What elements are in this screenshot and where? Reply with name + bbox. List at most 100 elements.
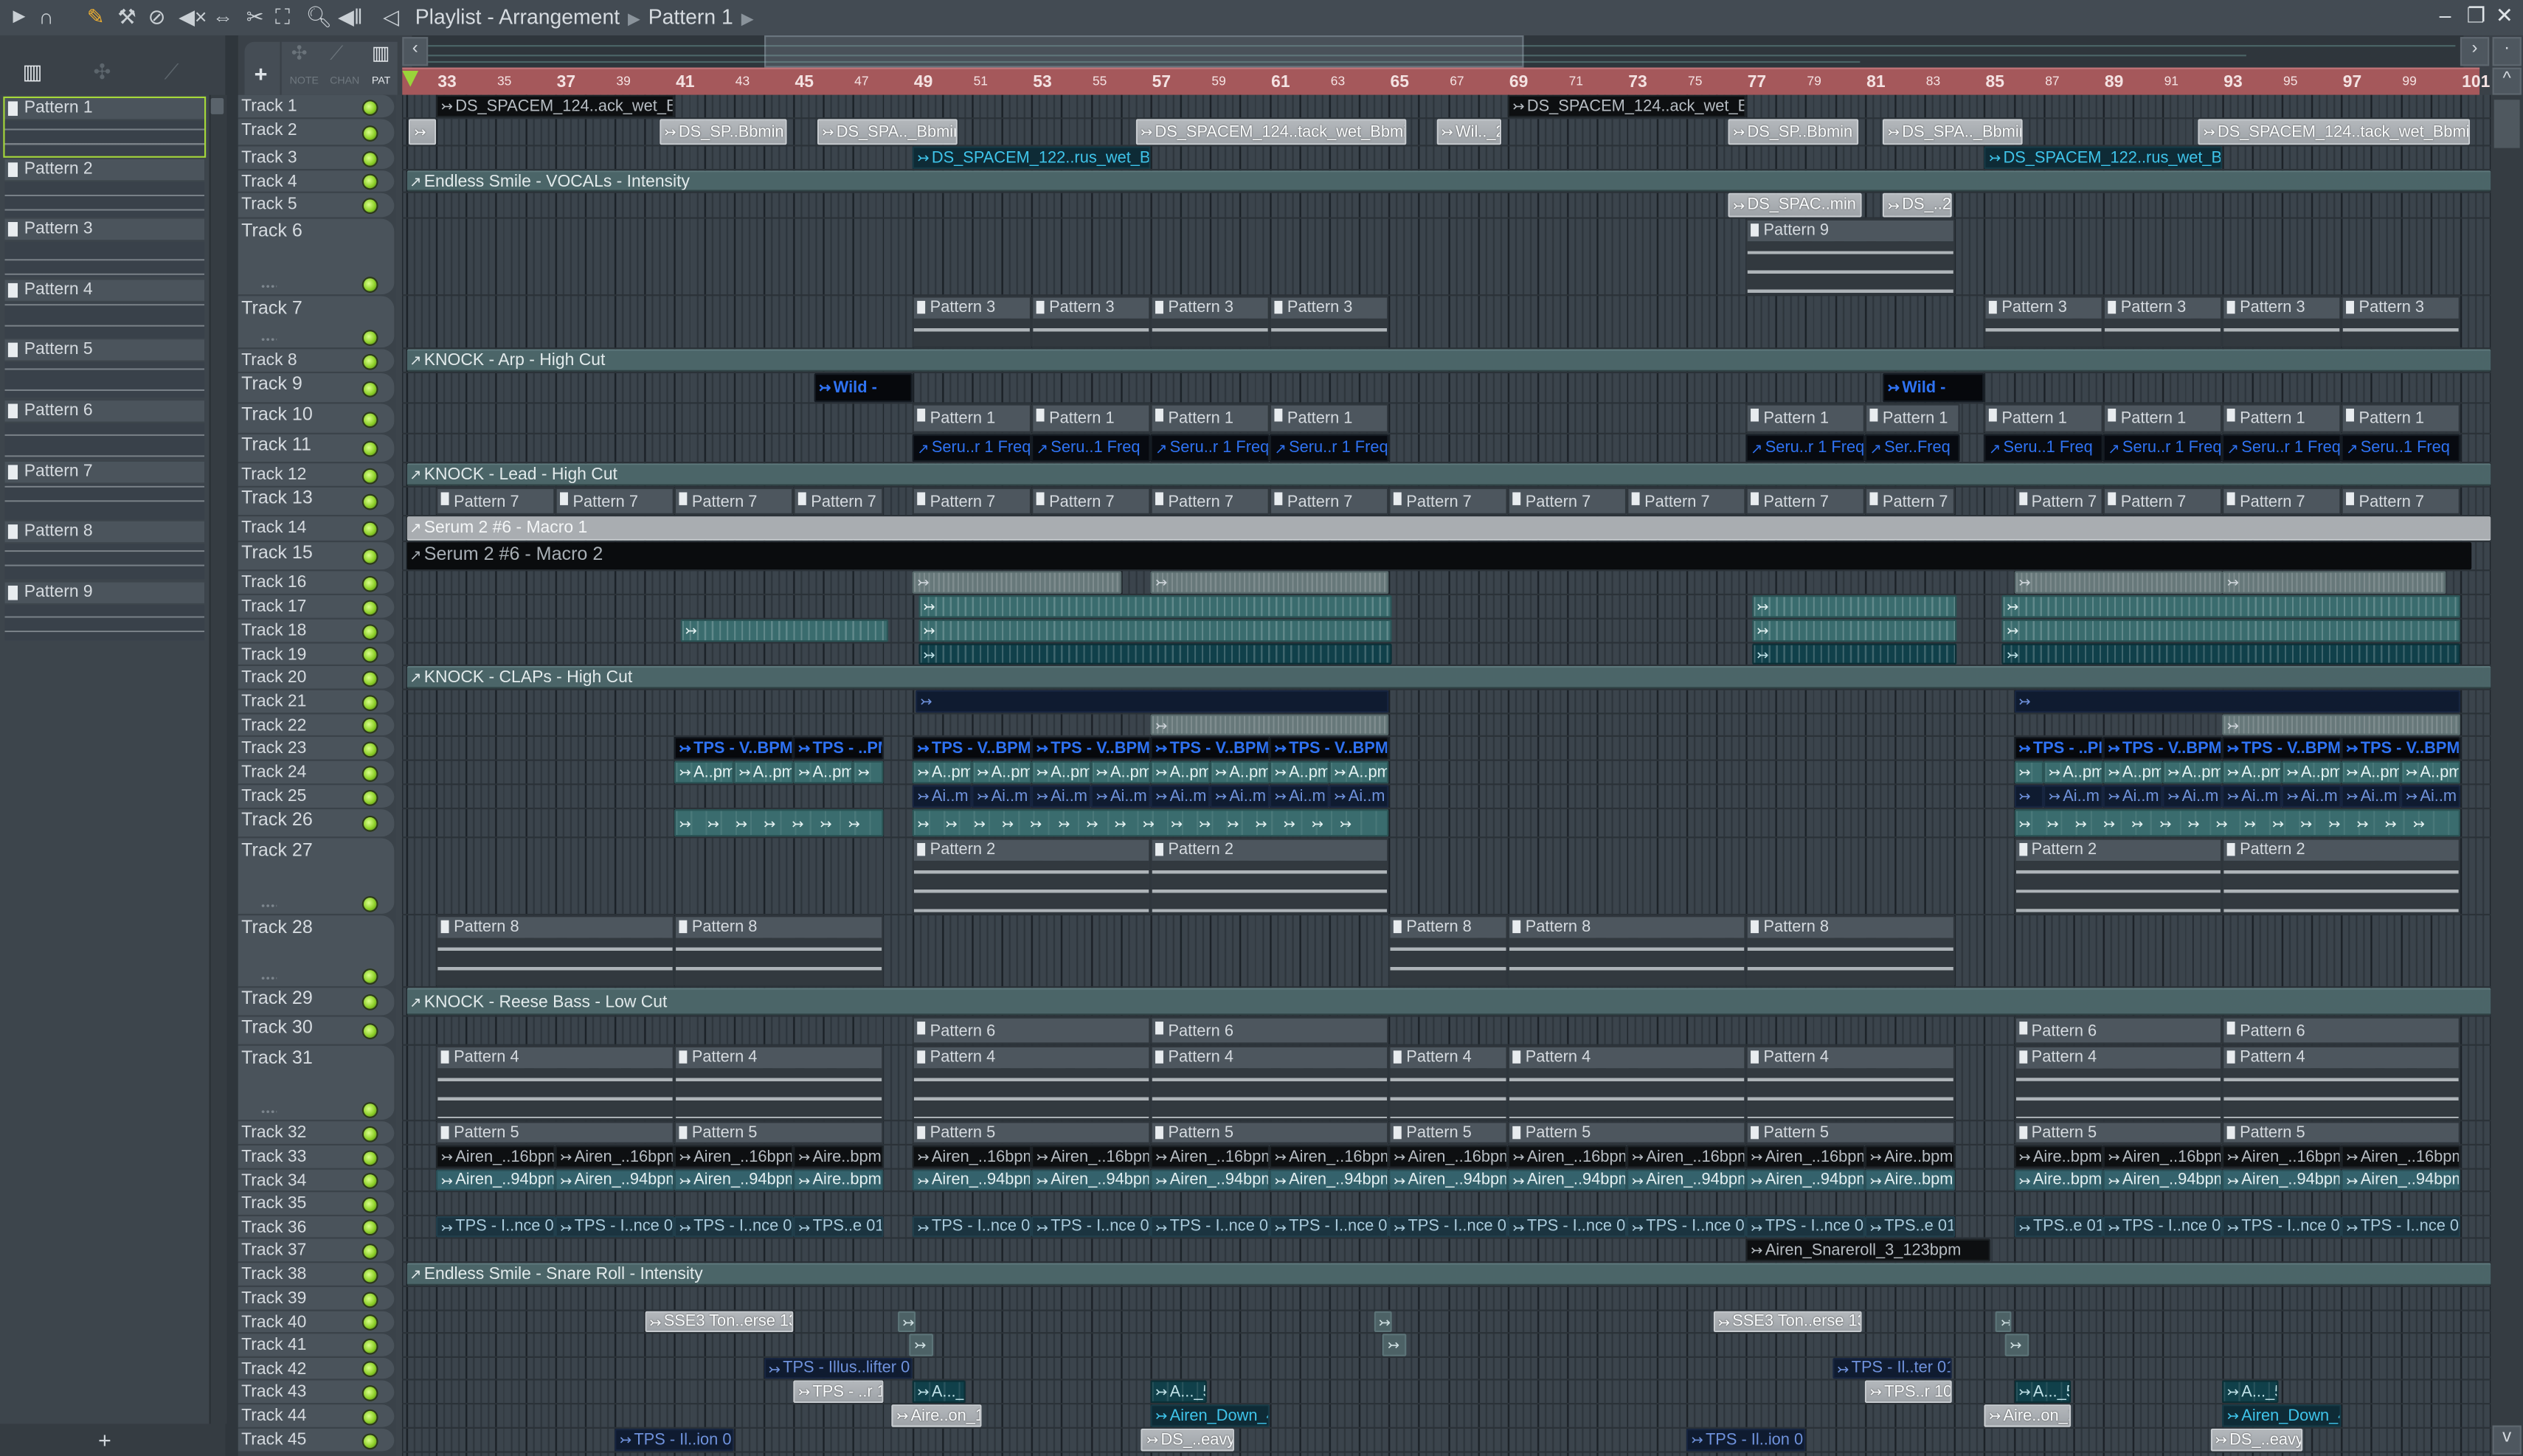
track-header[interactable]: Track 32 [238, 1121, 395, 1146]
audio-clip[interactable]: ↣ TPS - I..nce 01 [1269, 1216, 1389, 1238]
audio-clip[interactable]: ↣TPS - ..r 10 [793, 1380, 883, 1404]
track-name[interactable]: Track 14 [241, 516, 306, 539]
track-resize-dots-icon[interactable] [260, 285, 277, 288]
track-mute-led[interactable] [363, 442, 377, 456]
pattern-clip[interactable]: Pattern 8 [1388, 915, 1508, 987]
track-mute-led[interactable] [363, 153, 377, 166]
audio-clip[interactable]: ↣ [2001, 619, 2460, 642]
audio-clip[interactable]: ↣ Airen_..94bpm [2102, 1169, 2223, 1191]
pattern-picker-scrollbar[interactable] [209, 94, 227, 1424]
track-header[interactable]: Track 7 [238, 296, 395, 350]
track-name[interactable]: Track 24 [241, 761, 306, 784]
audio-clip[interactable]: ↣ TPS - I..nce 01 [1150, 1216, 1270, 1238]
audio-clip[interactable]: ↣ Wil.._2 [1436, 119, 1502, 145]
track-name[interactable]: Track 3 [241, 146, 297, 169]
pattern-clip[interactable]: Pattern 4 [674, 1045, 883, 1120]
audio-clip[interactable]: ↣ DS_SP..Bbmin [1728, 119, 1859, 145]
audio-clip[interactable]: ↣ TPS - I..nce 01 [1388, 1216, 1508, 1238]
audio-clip[interactable]: ↣ A..pm [1210, 760, 1270, 784]
audio-clip[interactable]: ↣ Airen_Down_4 [1150, 1404, 1270, 1427]
pattern-clip[interactable]: Pattern 9 [1745, 218, 1954, 295]
track-name[interactable]: Track 21 [241, 690, 306, 713]
audio-clip[interactable]: ↣ [1751, 619, 1957, 642]
audio-clip[interactable]: ↣ A..pm [2043, 760, 2103, 784]
track-header[interactable]: Track 44 [238, 1404, 395, 1429]
audio-clip[interactable]: ↣ A..pm [912, 760, 972, 784]
track-header[interactable]: Track 30 [238, 1016, 395, 1046]
audio-clip[interactable]: ↣ A..pm [2162, 760, 2223, 784]
track-name[interactable]: Track 31 [241, 1047, 313, 1070]
tab-note[interactable]: NOTE [290, 76, 319, 87]
track-mute-led[interactable] [363, 1316, 377, 1329]
audio-clip[interactable]: ↣TPS - ..PM) [2013, 736, 2103, 760]
audio-clip[interactable]: ↣ TPS - I..nce 01 [1745, 1216, 1865, 1238]
audio-clip[interactable]: ↣ Aire..on_1 [891, 1404, 981, 1427]
pattern-clip[interactable]: Pattern 8 [674, 915, 883, 987]
audio-clip[interactable]: ↣ [918, 619, 1392, 642]
audio-clip[interactable]: ↣ Wild - [1883, 373, 1984, 403]
audio-clip[interactable]: ↣ Ai..m [2102, 785, 2163, 808]
audio-clip[interactable]: ↣ DS_..eavy [1141, 1428, 1234, 1452]
track-mute-led[interactable] [363, 1221, 377, 1234]
pattern-clip[interactable]: Pattern 1 [1269, 403, 1389, 433]
audio-clip[interactable]: ↣ TPS - I..nce 01 [1031, 1216, 1151, 1238]
audio-clip[interactable]: ↣ Airen_..16bpm [2341, 1145, 2460, 1168]
track-name[interactable]: Track 9 [241, 373, 302, 396]
track-mute-led[interactable] [363, 648, 377, 662]
audio-clip[interactable]: ↣ TPS - V..BPM) [2341, 736, 2460, 760]
pattern-clip[interactable]: Pattern 4 [1150, 1045, 1389, 1120]
track-mute-led[interactable] [363, 996, 377, 1009]
audio-clip[interactable]: ↣ DS_..2 [1883, 193, 1951, 218]
audio-clip[interactable]: ↣ Ai..m [1329, 785, 1389, 808]
audio-clip[interactable]: ↣ Airen_..94bpm [2222, 1169, 2342, 1191]
track-header[interactable]: Track 5 [238, 193, 395, 219]
pattern-clip[interactable]: Pattern 7 [1864, 487, 1954, 515]
audio-clip[interactable]: ↣ Airen_..94bpm [555, 1169, 674, 1191]
track-mute-led[interactable] [363, 601, 377, 615]
track-header[interactable]: Track 45 [238, 1428, 395, 1453]
track-header[interactable]: Track 22 [238, 714, 395, 737]
pattern-clip[interactable]: Pattern 3 [1150, 296, 1270, 348]
track-header[interactable]: Track 12 [238, 463, 395, 488]
track-name[interactable]: Track 7 [241, 298, 302, 321]
track-header[interactable]: Track 3 [238, 146, 395, 171]
track-mute-led[interactable] [363, 1025, 377, 1038]
audio-clip[interactable]: ↣ Ai..m [2043, 785, 2103, 808]
audio-clip[interactable]: ↣ TPS - V..BPM) [912, 736, 1032, 760]
audio-clip[interactable]: ↣DS_SPAC..min #2 [1728, 193, 1862, 218]
track-name[interactable]: Track 25 [241, 785, 306, 808]
delete-tool-icon[interactable]: ⊘ [148, 5, 166, 31]
track-name[interactable]: Track 1 [241, 95, 297, 118]
track-header[interactable]: Track 4 [238, 170, 395, 193]
pattern-clip[interactable]: Pattern 7 [1031, 487, 1151, 515]
pattern-item[interactable]: Pattern 3 [4, 219, 205, 277]
audio-clip[interactable]: ↣ A..pm [2222, 760, 2282, 784]
track-name[interactable]: Track 26 [241, 809, 313, 832]
track-name[interactable]: Track 37 [241, 1239, 306, 1262]
track-header[interactable]: Track 26 [238, 809, 395, 839]
track-name[interactable]: Track 30 [241, 1017, 313, 1040]
track-mute-led[interactable] [363, 175, 377, 189]
track-header[interactable]: Track 40 [238, 1311, 395, 1334]
playback-tool-icon[interactable]: ◀‖ [338, 5, 363, 31]
track-name[interactable]: Track 8 [241, 349, 297, 372]
restore-icon[interactable]: ❐ [2467, 3, 2485, 29]
track-resize-dots-icon[interactable] [260, 338, 277, 342]
pattern-clip[interactable]: Pattern 7 [1388, 487, 1508, 515]
audio-clip[interactable]: ↣ Ai..m [2222, 785, 2282, 808]
track-name[interactable]: Track 36 [241, 1216, 306, 1239]
audio-clip[interactable]: ↣ Airen_..16bpm [1388, 1145, 1508, 1168]
track-mute-led[interactable] [363, 578, 377, 591]
track-mute-led[interactable] [363, 791, 377, 805]
pattern-clip[interactable]: Pattern 6 [912, 1016, 1151, 1044]
pattern-clip[interactable]: Pattern 2 [912, 838, 1151, 914]
track-name[interactable]: Track 10 [241, 403, 313, 426]
audio-clip[interactable]: ↣ TPS - I..nce 01 [2341, 1216, 2460, 1238]
pattern-clip[interactable]: Pattern 1 [1864, 403, 1961, 433]
track-mute-led[interactable] [363, 1269, 377, 1283]
track-name[interactable]: Track 18 [241, 620, 306, 642]
audio-clip[interactable]: ↣ A..pm [1329, 760, 1389, 784]
audio-clip[interactable]: ↣ [2013, 571, 2223, 594]
track-header[interactable]: Track 27 [238, 838, 395, 916]
track-mute-led[interactable] [363, 1435, 377, 1449]
